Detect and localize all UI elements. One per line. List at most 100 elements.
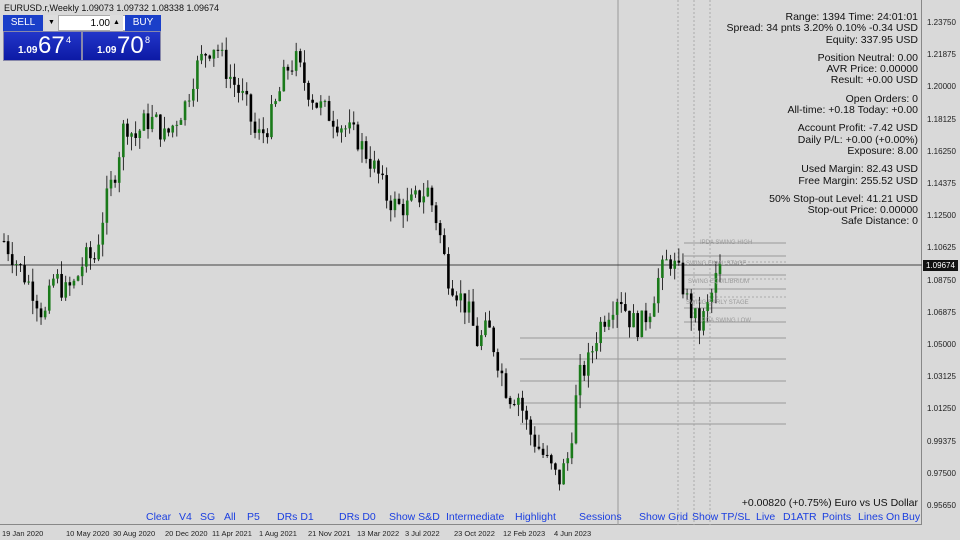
candle-bullish: [52, 278, 55, 286]
candle-bearish: [311, 99, 314, 103]
button-points[interactable]: Points: [822, 511, 851, 523]
candle-bullish: [257, 129, 261, 133]
button-clear[interactable]: Clear: [146, 511, 171, 523]
time-tick: 1 Aug 2021: [259, 529, 297, 538]
sell-price[interactable]: 1.09 67 4: [3, 31, 82, 61]
candle-bullish: [163, 128, 166, 140]
ipda-level-label: SWING FINAL STAGE: [686, 261, 747, 267]
button-sg[interactable]: SG: [200, 511, 215, 523]
candle-bearish: [389, 200, 393, 211]
price-tick: 1.21875: [927, 50, 956, 60]
candle-bullish: [348, 122, 351, 129]
time-tick: 12 Feb 2023: [503, 529, 546, 538]
candle-bullish: [393, 198, 397, 211]
candle-bearish: [23, 265, 26, 283]
candle-bullish: [685, 293, 689, 295]
price-tick: 1.14375: [927, 179, 956, 188]
lot-decrease-button[interactable]: ▼: [45, 15, 58, 31]
chart-title: EURUSD.r,Weekly 1.09073 1.09732 1.08338 …: [4, 3, 219, 13]
candle-bearish: [603, 321, 607, 327]
candle-bearish: [266, 133, 269, 138]
candle-bullish: [47, 285, 51, 311]
button-buy[interactable]: Buy: [902, 511, 920, 523]
ipda-level-label: IPDA SWING HIGH: [700, 240, 753, 246]
button-sessions[interactable]: Sessions: [579, 511, 622, 523]
button-all[interactable]: All: [224, 511, 236, 523]
button-drs-d0[interactable]: DRs D0: [339, 511, 376, 523]
time-tick: 30 Aug 2020: [113, 529, 156, 538]
candle-bullish: [179, 120, 183, 125]
candle-bullish: [171, 125, 175, 133]
candle-bearish: [504, 373, 508, 398]
button-show-tp-sl[interactable]: Show TP/SL: [692, 511, 750, 523]
price-tick: 1.16250: [927, 146, 956, 156]
candle-bullish: [517, 397, 520, 405]
candle-bullish: [599, 321, 602, 344]
candle-bearish: [307, 82, 310, 100]
candle-bearish: [430, 187, 434, 206]
candle-bullish: [661, 259, 664, 278]
button-drs-d1[interactable]: DRs D1: [277, 511, 314, 523]
candle-bearish: [545, 454, 549, 456]
info-line: Free Margin: 255.52 USD: [798, 174, 918, 187]
candle-bearish: [368, 158, 372, 169]
time-tick: 21 Nov 2021: [308, 529, 351, 538]
candle-bullish: [656, 277, 660, 304]
candle-bullish: [43, 310, 47, 318]
price-tick: 1.03125: [927, 372, 956, 382]
candle-bearish: [315, 102, 319, 108]
candle-bullish: [101, 222, 105, 245]
button-d1atr[interactable]: D1ATR: [783, 511, 817, 523]
candle-bearish: [525, 410, 528, 420]
candle-bullish: [694, 308, 697, 319]
button-show-s-d[interactable]: Show S&D: [389, 511, 440, 523]
candle-bullish: [294, 51, 298, 71]
button-p5[interactable]: P5: [247, 511, 260, 523]
candle-bullish: [15, 264, 18, 266]
candle-bearish: [113, 179, 117, 183]
candle-bullish: [200, 53, 203, 61]
candle-bearish: [126, 123, 129, 137]
candle-bullish: [241, 90, 244, 93]
button-highlight[interactable]: Highlight: [515, 511, 556, 523]
info-line: Equity: 337.95 USD: [825, 33, 918, 46]
candle-bearish: [167, 128, 170, 133]
candle-bullish: [648, 316, 652, 323]
candle-bullish: [105, 188, 109, 223]
sell-price-pips: 67: [38, 32, 65, 59]
candle-bullish: [480, 335, 483, 347]
candle-bearish: [216, 49, 220, 51]
button-v4[interactable]: V4: [179, 511, 192, 523]
candle-bearish: [237, 84, 240, 93]
candle-bullish: [122, 123, 125, 158]
candle-bearish: [475, 325, 479, 347]
button-lines-on[interactable]: Lines On: [858, 511, 900, 523]
lot-increase-button[interactable]: ▲: [110, 15, 123, 31]
button-intermediate[interactable]: Intermediate: [446, 511, 504, 523]
candle-bullish: [187, 100, 191, 102]
sell-button[interactable]: SELL: [3, 15, 43, 31]
button-show-grid[interactable]: Show Grid: [639, 511, 688, 523]
button-live[interactable]: Live: [756, 511, 775, 523]
candle-bullish: [426, 187, 430, 197]
candle-bullish: [344, 128, 347, 130]
candle-bearish: [442, 235, 446, 254]
current-price-label: 1.09674: [923, 260, 958, 271]
info-line: Safe Distance: 0: [840, 215, 918, 228]
candle-bullish: [64, 282, 68, 298]
time-tick: 23 Oct 2022: [454, 529, 495, 538]
candle-bullish: [410, 194, 413, 201]
candle-bearish: [628, 310, 631, 328]
candle-bullish: [484, 320, 487, 336]
candle-bullish: [282, 66, 286, 92]
candle-bearish: [681, 262, 685, 295]
candle-bullish: [323, 101, 327, 103]
candle-bullish: [414, 190, 417, 195]
candle-bearish: [224, 49, 228, 79]
candle-bullish: [587, 352, 590, 376]
candle-bearish: [327, 101, 331, 121]
candle-bearish: [438, 223, 442, 236]
candle-bearish: [35, 300, 39, 309]
buy-button[interactable]: BUY: [125, 15, 161, 31]
buy-price[interactable]: 1.09 70 8: [82, 31, 161, 61]
